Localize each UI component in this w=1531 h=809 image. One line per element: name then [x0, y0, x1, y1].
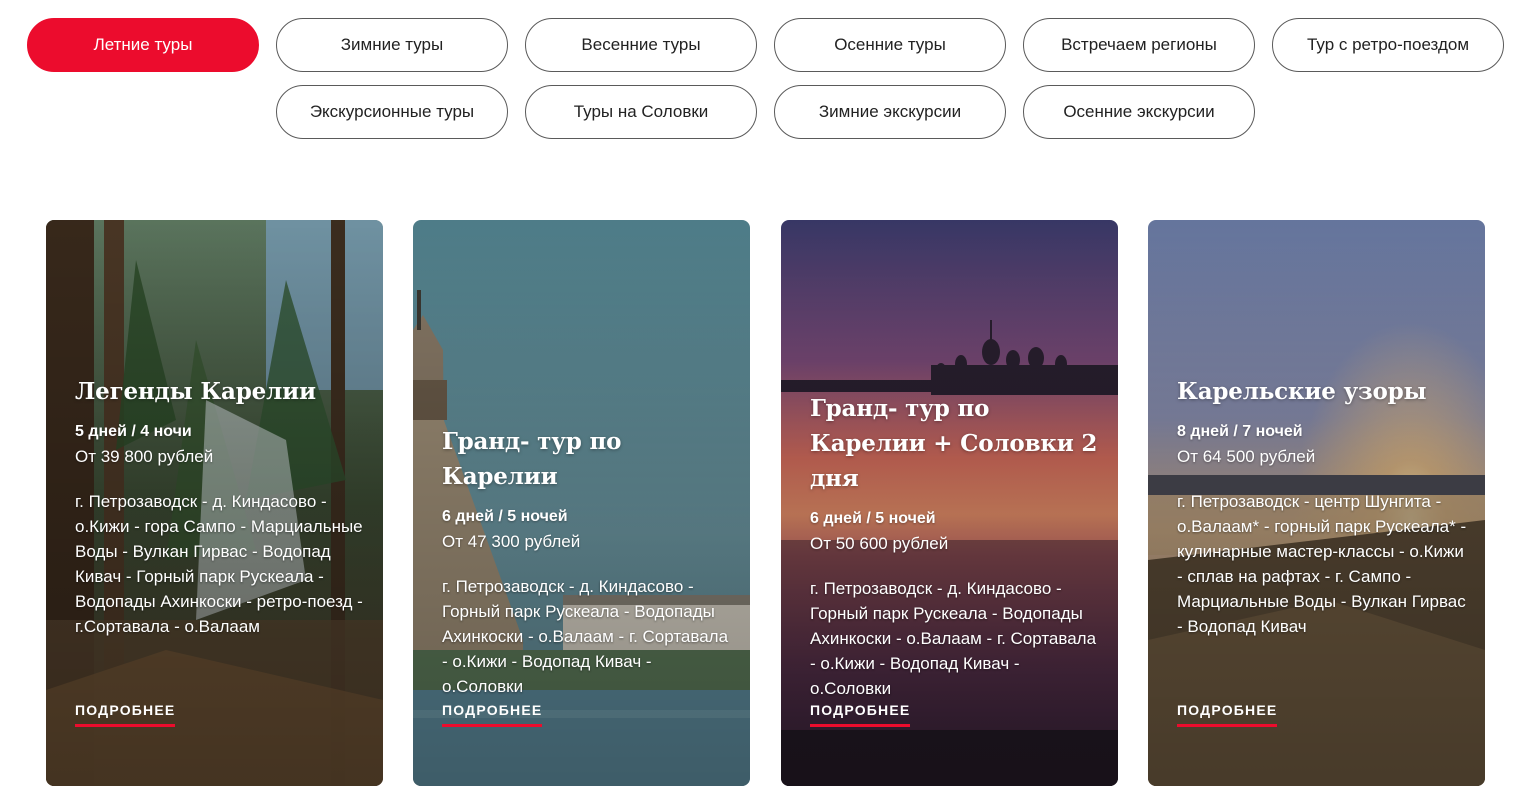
tab-meeting-regions[interactable]: Встречаем регионы: [1023, 18, 1255, 72]
tab-autumn-tours[interactable]: Осенние туры: [774, 18, 1006, 72]
tab-spring-tours[interactable]: Весенние туры: [525, 18, 757, 72]
tab-excursion-tours[interactable]: Экскурсионные туры: [276, 85, 508, 139]
card-route: г. Петрозаводск - д. Киндасово - Горный …: [810, 579, 1097, 698]
tab-label: Весенние туры: [581, 35, 701, 54]
card-duration: 6 дней / 5 ночей: [810, 510, 936, 527]
tour-card[interactable]: Гранд- тур по Карелии + Соловки 2 дня 6 …: [781, 220, 1118, 786]
tab-label: Зимние экскурсии: [818, 102, 962, 121]
card-duration: 6 дней / 5 ночей: [442, 508, 568, 525]
card-content: Легенды Карелии 5 дней / 4 ночи От 39 80…: [75, 374, 365, 639]
tab-label: Встречаем регионы: [1061, 35, 1217, 54]
card-route: г. Петрозаводск - центр Шунгита - о.Вала…: [1177, 492, 1467, 636]
card-price: От 50 600 рублей: [810, 534, 949, 553]
tab-label: Летние туры: [93, 35, 193, 54]
card-duration: 8 дней / 7 ночей: [1177, 423, 1303, 440]
more-link[interactable]: ПОДРОБНЕЕ: [442, 702, 543, 727]
card-duration: 5 дней / 4 ночи: [75, 423, 192, 440]
card-price: От 47 300 рублей: [442, 532, 581, 551]
tab-label: Экскурсионные туры: [309, 102, 475, 121]
card-content: Гранд- тур по Карелии 6 дней / 5 ночей О…: [442, 424, 732, 699]
tab-label: Осенние туры: [834, 35, 946, 54]
tour-card[interactable]: Гранд- тур по Карелии 6 дней / 5 ночей О…: [413, 220, 750, 786]
more-link[interactable]: ПОДРОБНЕЕ: [75, 702, 176, 727]
card-route: г. Петрозаводск - д. Киндасово - о.Кижи …: [75, 492, 363, 636]
tab-autumn-excursions[interactable]: Осенние экскурсии: [1023, 85, 1255, 139]
tab-winter-excursions[interactable]: Зимние экскурсии: [774, 85, 1006, 139]
card-title: Легенды Карелии: [75, 378, 316, 405]
card-title: Карельские узоры: [1177, 378, 1427, 405]
tour-card[interactable]: Карельские узоры 8 дней / 7 ночей От 64 …: [1148, 220, 1485, 786]
card-route: г. Петрозаводск - д. Киндасово - Горный …: [442, 577, 729, 696]
card-content: Карельские узоры 8 дней / 7 ночей От 64 …: [1177, 374, 1467, 639]
tab-winter-tours[interactable]: Зимние туры: [276, 18, 508, 72]
tab-label: Тур с ретро-поездом: [1306, 35, 1470, 54]
tab-solovki-tours[interactable]: Туры на Соловки: [525, 85, 757, 139]
tour-card[interactable]: Легенды Карелии 5 дней / 4 ночи От 39 80…: [46, 220, 383, 786]
tab-label: Осенние экскурсии: [1063, 102, 1215, 121]
tab-retro-train-tour[interactable]: Тур с ретро-поездом: [1272, 18, 1504, 72]
tab-label: Туры на Соловки: [573, 102, 709, 121]
card-title: Гранд- тур по Карелии: [442, 428, 622, 490]
more-link[interactable]: ПОДРОБНЕЕ: [1177, 702, 1278, 727]
card-price: От 64 500 рублей: [1177, 447, 1316, 466]
card-content: Гранд- тур по Карелии + Соловки 2 дня 6 …: [810, 391, 1100, 701]
card-title: Гранд- тур по Карелии + Соловки 2 дня: [810, 395, 1098, 492]
more-link[interactable]: ПОДРОБНЕЕ: [810, 702, 911, 727]
card-price: От 39 800 рублей: [75, 447, 214, 466]
tab-summer-tours[interactable]: Летние туры: [27, 18, 259, 72]
tab-label: Зимние туры: [340, 35, 444, 54]
